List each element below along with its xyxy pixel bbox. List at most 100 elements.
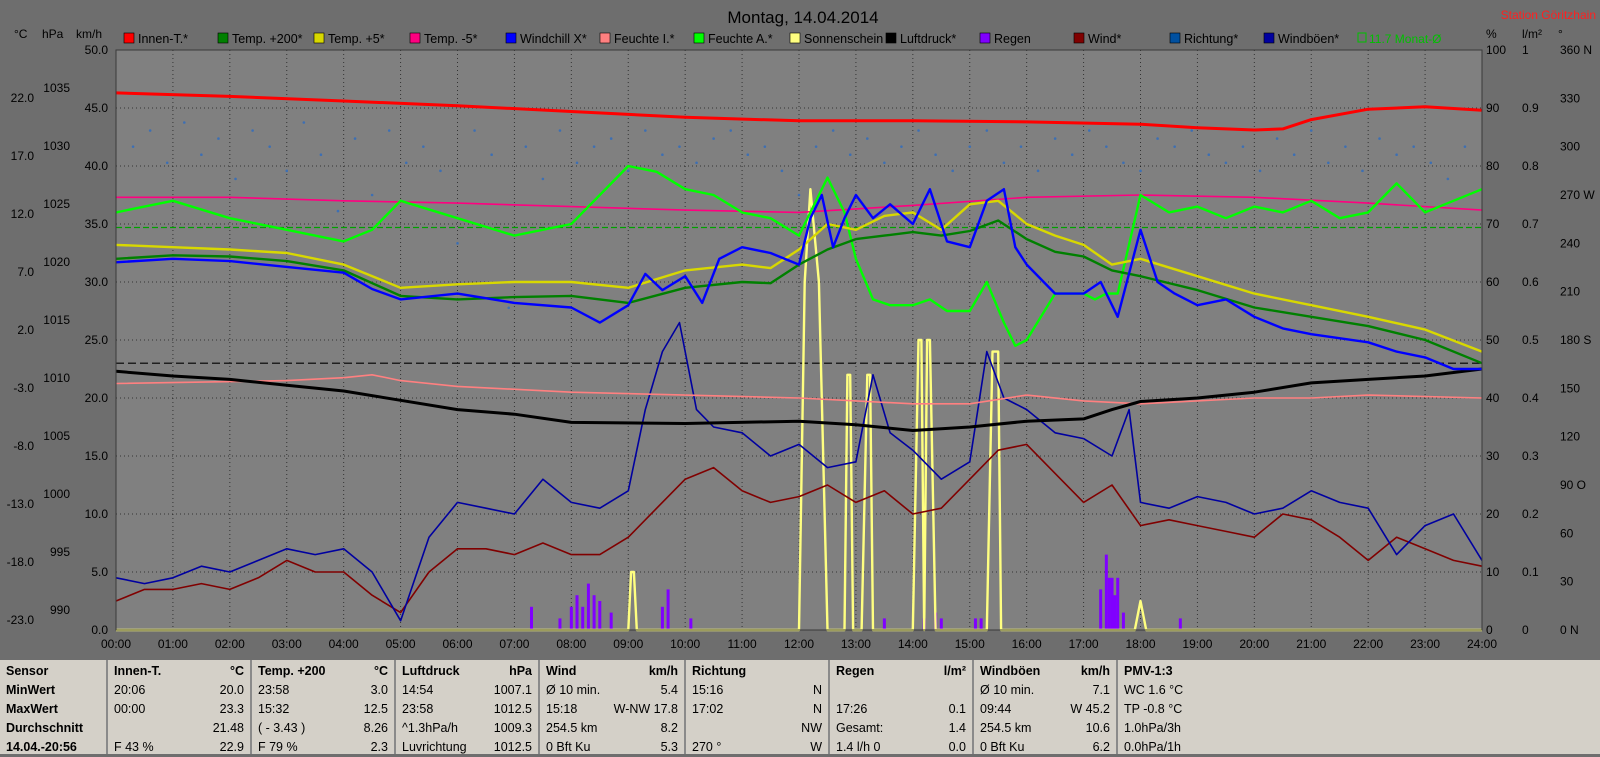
direction-point [917, 129, 920, 132]
temp-tick-label: -8.0 [13, 439, 34, 453]
wind-current-note: 0 Bft Ku [546, 740, 591, 754]
direction-point [1156, 137, 1159, 140]
temp-tick-label: -3.0 [13, 381, 34, 395]
innen-max-value: 23.3 [219, 702, 244, 716]
gusts-header: Windböen [980, 664, 1041, 678]
direction-point [524, 145, 528, 148]
legend-label: Temp. +5* [328, 32, 385, 46]
temp-avg-note: ( - 3.43 ) [258, 721, 306, 735]
rain-tick-label: 0.3 [1522, 449, 1539, 463]
temp-tick-label: -13.0 [7, 497, 35, 511]
x-tick-label: 03:00 [272, 637, 302, 651]
humidity-tick-label: 0 [1486, 623, 1493, 637]
humidity-tick-label: 100 [1486, 43, 1506, 57]
rain-bar [939, 618, 943, 630]
rain-bar [1104, 554, 1108, 630]
rain-bar [529, 606, 533, 630]
direction-tick-label: 270 W [1560, 188, 1595, 202]
x-tick-label: 01:00 [158, 637, 188, 651]
stats-min-label: MinWert [6, 683, 56, 697]
direction-point [353, 137, 357, 140]
stats-col-pmv: PMV-1:3 WC 1.6 °C TP -0.8 °C 1.0hPa/3h 0… [1118, 660, 1600, 754]
legend-label: Windchill X* [520, 32, 587, 46]
gusts-max-time: 09:44 [980, 702, 1012, 716]
rain-bar [666, 589, 670, 630]
direction-tick-label: 60 [1560, 526, 1574, 540]
rain-tick-label: 0.2 [1522, 507, 1539, 521]
x-tick-label: 24:00 [1467, 637, 1497, 651]
rain-total-value: 1.4 [948, 721, 966, 735]
rain-bar [1113, 595, 1117, 630]
x-tick-label: 15:00 [955, 637, 985, 651]
stats-date-label: 14.04.-20:56 [6, 740, 77, 754]
stats-col-rain: Regen l/m² 17:26 0.1 Gesamt: 1.4 1.4 l/h 0 0… [830, 660, 974, 754]
rain-max-time: 17:26 [836, 702, 868, 716]
temp-unit: °C [14, 27, 28, 41]
wind-max-time: 15:18 [546, 702, 578, 716]
wind-unit-label: km/h [648, 664, 678, 678]
direction-point [200, 153, 203, 157]
pmv-windchill: WC 1.6 °C [1124, 683, 1184, 697]
direction-point [763, 145, 767, 148]
rain-bar [586, 583, 590, 630]
temp-min-time: 23:58 [258, 683, 290, 697]
pressure-unit-label: hPa [509, 664, 532, 678]
legend-label: Sonnenschein [804, 32, 883, 46]
x-tick-label: 10:00 [670, 637, 700, 651]
rain-bar [882, 618, 886, 630]
wind-avg-value: 5.4 [660, 683, 678, 697]
pressure-tick-label: 1025 [43, 197, 70, 211]
legend-label: 11.7 Monat-Ø [1369, 32, 1441, 46]
wind-tick-label: 45.0 [85, 101, 109, 115]
direction-tick-label: 0 N [1560, 623, 1579, 637]
humidity-tick-label: 10 [1486, 565, 1500, 579]
direction-point [592, 145, 596, 148]
pressure-unit: hPa [42, 27, 64, 41]
direction-point [1241, 145, 1245, 148]
rain-bar [1107, 577, 1111, 630]
direction-point [883, 161, 886, 165]
direction-tick-label: 360 N [1560, 43, 1592, 57]
x-tick-label: 11:00 [728, 637, 757, 651]
innen-min-value: 20.0 [219, 683, 244, 697]
innen-min-time: 20:06 [114, 683, 146, 697]
direction-point [968, 145, 972, 148]
direction-avg-value: NW [801, 721, 822, 735]
gusts-distance: 254.5 km [980, 721, 1032, 735]
rain-tick-label: 0.4 [1522, 391, 1539, 405]
wind-tick-label: 10.0 [85, 507, 109, 521]
direction-current-value: W [810, 740, 822, 754]
rain-bar [1110, 577, 1114, 630]
direction-point [251, 129, 254, 132]
legend-swatch [409, 32, 421, 44]
legend-swatch [789, 32, 801, 44]
direction-point [746, 153, 750, 157]
direction-point [1207, 153, 1211, 157]
direction-tick-label: 120 [1560, 430, 1580, 444]
x-tick-label: 12:00 [784, 637, 814, 651]
temp-tick-label: 22.0 [11, 91, 35, 105]
pressure-current-note: Luvrichtung [402, 740, 467, 754]
pressure-tick-label: 995 [50, 545, 70, 559]
direction-min-value: N [812, 683, 822, 697]
direction-tick-label: 180 S [1560, 333, 1591, 347]
rain-bar [581, 606, 585, 630]
direction-point [183, 121, 186, 124]
innen-avg-value: 21.48 [212, 721, 244, 735]
stats-col-direction: Richtung 15:16 N 17:02 N NW 270 ° W [686, 660, 830, 754]
direction-point [558, 129, 562, 132]
direction-point [609, 137, 613, 140]
stats-avg-label: Durchschnitt [6, 721, 84, 735]
temp-tick-label: -23.0 [7, 613, 35, 627]
temp-min-value: 3.0 [370, 683, 388, 697]
stats-sensor-header: Sensor [6, 664, 49, 678]
direction-unit: ° [1558, 27, 1563, 41]
humidity-tick-label: 80 [1486, 159, 1500, 173]
pressure-max-value: 1012.5 [493, 702, 532, 716]
rain-bar [575, 595, 579, 630]
pressure-tick-label: 1000 [43, 487, 70, 501]
direction-point [1429, 161, 1433, 165]
rain-bar [609, 612, 613, 630]
direction-max-value: N [812, 702, 822, 716]
rain-tick-label: 0.5 [1522, 333, 1539, 347]
